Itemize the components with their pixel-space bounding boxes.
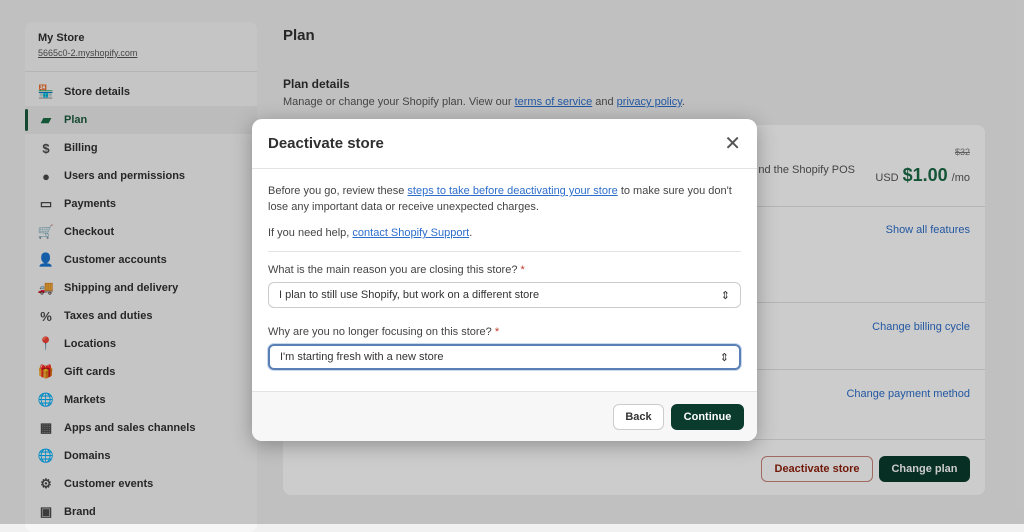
focus-reason-select[interactable]: I'm starting fresh with a new store ⇕ [268, 344, 741, 370]
focus-label-text: Why are you no longer focusing on this s… [268, 326, 492, 338]
help-text: . [469, 227, 473, 239]
focus-label: Why are you no longer focusing on this s… [268, 326, 741, 338]
deactivate-store-modal: Deactivate store ✕ Before you go, review… [252, 119, 757, 441]
modal-header: Deactivate store ✕ [252, 119, 757, 169]
select-arrows-icon: ⇕ [719, 351, 729, 364]
required-mark: * [520, 264, 525, 276]
reason-label: What is the main reason you are closing … [268, 264, 741, 276]
support-link[interactable]: contact Shopify Support [352, 227, 469, 239]
reason-value: I plan to still use Shopify, but work on… [279, 289, 540, 301]
back-button[interactable]: Back [613, 404, 664, 430]
steps-link[interactable]: steps to take before deactivating your s… [407, 185, 617, 197]
modal-intro: Before you go, review these steps to tak… [268, 183, 741, 215]
required-mark: * [494, 326, 500, 338]
intro-text: Before you go, review these [268, 185, 408, 197]
focus-reason-value: I'm starting fresh with a new store [280, 351, 444, 363]
modal-footer: Back Continue [252, 391, 757, 441]
help-text: If you need help, [268, 227, 353, 239]
modal-title: Deactivate store [268, 135, 384, 152]
close-icon[interactable]: ✕ [724, 131, 741, 156]
select-arrows-icon: ⇕ [720, 289, 730, 302]
reason-select[interactable]: I plan to still use Shopify, but work on… [268, 282, 741, 308]
continue-button[interactable]: Continue [671, 404, 744, 430]
modal-body: Before you go, review these steps to tak… [252, 169, 757, 370]
reason-label-text: What is the main reason you are closing … [268, 264, 518, 276]
modal-help: If you need help, contact Shopify Suppor… [268, 225, 741, 241]
divider [268, 251, 741, 252]
